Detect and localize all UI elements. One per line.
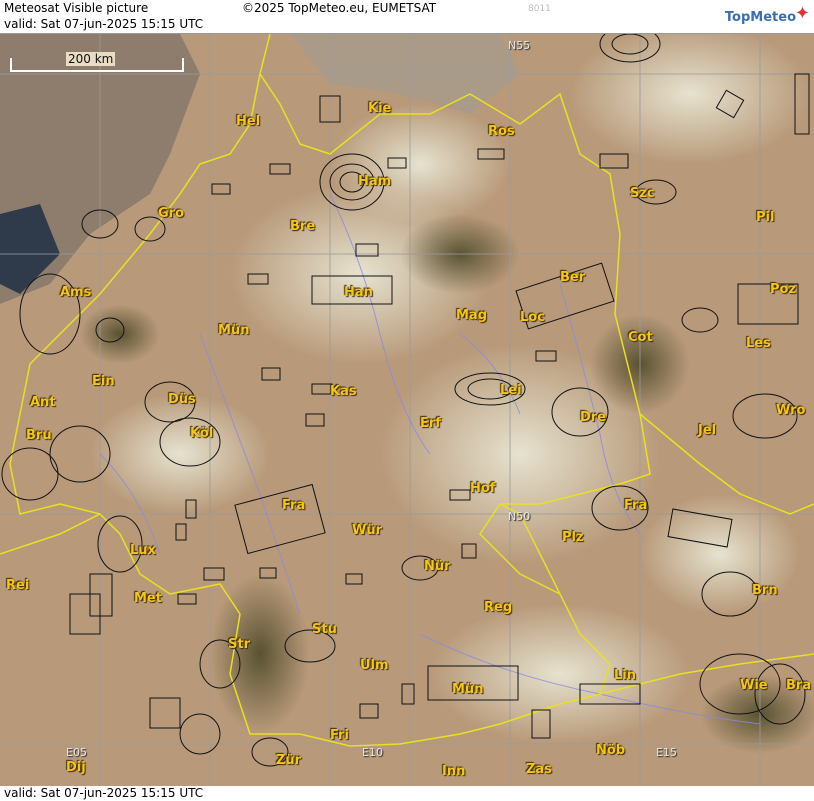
city-label-mun-south[interactable]: Mün [452,682,483,697]
map-canvas [0,24,814,786]
city-label-ber[interactable]: Ber [560,270,585,285]
city-label-bra[interactable]: Bra [786,678,811,693]
grid-label-n55: N55 [508,39,531,52]
city-label-ein[interactable]: Ein [92,374,115,389]
city-label-mag[interactable]: Mag [456,308,487,323]
city-label-brn[interactable]: Brn [752,583,778,598]
city-label-lux[interactable]: Lux [130,543,156,558]
city-label-hel[interactable]: Hel [236,114,260,129]
footer-valid-time: valid: Sat 07-jun-2025 15:15 UTC [4,786,204,800]
city-label-zur[interactable]: Zür [276,753,301,768]
grid-label-e05: E05 [66,746,87,759]
city-label-erf[interactable]: Erf [420,416,441,431]
city-label-bru[interactable]: Bru [26,428,52,443]
image-code: 8011 [528,4,551,14]
city-label-kas[interactable]: Kas [330,384,357,399]
city-label-fra-main[interactable]: Fra [282,498,305,513]
city-label-ham[interactable]: Ham [358,174,391,189]
copyright: ©2025 TopMeteo.eu, EUMETSAT [242,1,437,15]
city-label-pil[interactable]: Pil [756,210,774,225]
city-label-str[interactable]: Str [228,637,250,652]
satellite-image[interactable]: 200 km N55 N50 E05 E10 E15 Hel Kie Ros H… [0,24,814,786]
city-label-ant[interactable]: Ant [30,395,56,410]
city-label-wie[interactable]: Wie [740,678,768,693]
cloud-field [430,604,690,744]
map-title: Meteosat Visible picture [4,1,149,15]
compass-star-icon: ✦ [794,3,810,24]
city-label-dij[interactable]: Dij [66,760,86,775]
footer-bar: valid: Sat 07-jun-2025 15:15 UTC [0,786,814,801]
city-label-lin[interactable]: Lin [614,668,636,683]
city-label-wro[interactable]: Wro [776,403,805,418]
city-label-fri[interactable]: Fri [330,728,349,743]
city-label-stu[interactable]: Stu [312,622,337,637]
logo-text: TopMeteo [724,10,796,25]
city-label-ulm[interactable]: Ulm [360,658,389,673]
city-label-jel[interactable]: Jel [698,423,716,438]
city-label-poz[interactable]: Poz [770,282,796,297]
city-label-dre[interactable]: Dre [580,410,606,425]
city-label-gro[interactable]: Gro [158,206,184,221]
header-bar: Meteosat Visible picture valid: Sat 07-j… [0,0,814,34]
city-label-fra-cz[interactable]: Fra [624,498,647,513]
city-label-szc[interactable]: Szc [630,186,655,201]
cloud-field [90,394,270,514]
grid-label-e10: E10 [362,746,383,759]
city-label-mun-north[interactable]: Mün [218,323,249,338]
city-label-lei[interactable]: Lei [500,383,522,398]
city-label-inn[interactable]: Inn [442,764,465,779]
city-label-reg[interactable]: Reg [484,600,512,615]
city-label-han[interactable]: Han [344,285,373,300]
city-label-wur[interactable]: Wür [352,523,382,538]
city-label-hof[interactable]: Hof [470,481,495,496]
city-label-plz[interactable]: Plz [562,530,584,545]
city-label-ros[interactable]: Ros [488,124,515,139]
city-label-loc[interactable]: Loc [520,310,545,325]
city-label-cot[interactable]: Cot [628,330,653,345]
city-label-rei[interactable]: Rei [6,578,29,593]
city-label-bre[interactable]: Bre [290,219,315,234]
map-frame: Meteosat Visible picture valid: Sat 07-j… [0,0,814,801]
city-label-nob[interactable]: Nöb [596,743,625,758]
grid-label-n50: N50 [508,510,531,523]
valid-time: valid: Sat 07-jun-2025 15:15 UTC [4,17,204,31]
city-label-zas[interactable]: Zas [526,762,552,777]
city-label-kie[interactable]: Kie [368,101,391,116]
grid-label-e15: E15 [656,746,677,759]
terrain-dark [80,304,160,364]
city-label-ams[interactable]: Ams [60,285,91,300]
city-label-kol[interactable]: Köl [190,426,213,441]
city-label-met[interactable]: Met [134,591,162,606]
scale-label: 200 km [66,52,116,66]
city-label-nur[interactable]: Nür [424,559,451,574]
city-label-les[interactable]: Les [746,336,771,351]
city-label-dus[interactable]: Düs [168,392,196,407]
